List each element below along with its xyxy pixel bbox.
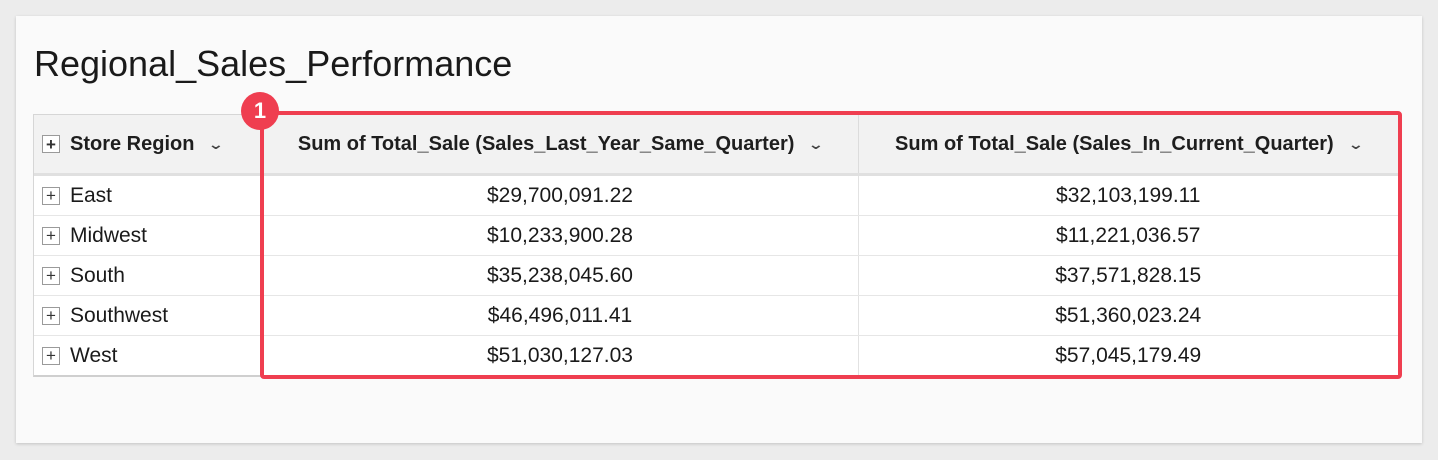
chevron-down-icon[interactable]: ⌄ (208, 136, 224, 153)
region-cell: + South (34, 255, 263, 296)
column-header-store-region[interactable]: + Store Region ⌄ (34, 115, 263, 176)
plus-icon[interactable]: + (42, 226, 60, 245)
table-row: + Southwest $46,496,011.41 $51,360,023.2… (34, 295, 1398, 336)
plus-icon[interactable]: + (42, 266, 60, 285)
sales-current-quarter-cell: $51,360,023.24 (858, 295, 1398, 336)
chevron-down-icon[interactable]: ⌄ (1347, 136, 1363, 153)
table-row: + Midwest $10,233,900.28 $11,221,036.57 (34, 215, 1398, 256)
region-cell: + Southwest (34, 295, 263, 336)
chevron-down-icon[interactable]: ⌄ (808, 136, 824, 153)
region-label: Southwest (70, 303, 169, 327)
region-cell: + West (34, 335, 263, 375)
column-header-label: Sum of Total_Sale (Sales_In_Current_Quar… (895, 132, 1334, 155)
plus-icon[interactable]: + (42, 186, 60, 205)
region-label: Midwest (70, 223, 148, 247)
table-row: + East $29,700,091.22 $32,103,199.11 (34, 174, 1398, 216)
sales-current-quarter-cell: $32,103,199.11 (858, 174, 1398, 216)
annotation-badge: 1 (241, 92, 279, 130)
sales-last-year-cell: $46,496,011.41 (262, 295, 859, 336)
plus-icon[interactable]: + (42, 135, 60, 153)
sales-current-quarter-cell: $57,045,179.49 (1055, 343, 1202, 367)
region-label: East (70, 183, 113, 207)
region-label: South (70, 263, 125, 287)
sales-last-year-cell: $35,238,045.60 (262, 255, 859, 296)
page-title: Regional_Sales_Performance (34, 43, 513, 84)
column-header-sales-current-quarter[interactable]: Sum of Total_Sale (Sales_In_Current_Quar… (858, 115, 1398, 176)
region-cell: + Midwest (34, 215, 263, 256)
table-row: + South $35,238,045.60 $37,571,828.15 (34, 255, 1398, 296)
table-row: + West $51,030,127.03 $57,045,179.49 (34, 335, 1398, 375)
table-header-row: + Store Region ⌄ Sum of Total_Sale (Sale… (34, 115, 1398, 176)
plus-icon[interactable]: + (42, 346, 60, 365)
sales-last-year-cell: $29,700,091.22 (262, 174, 859, 216)
column-header-sales-last-year[interactable]: Sum of Total_Sale (Sales_Last_Year_Same_… (262, 115, 859, 176)
sales-current-quarter-cell: $11,221,036.57 (858, 215, 1398, 256)
column-header-label: Store Region (70, 132, 195, 155)
region-label: West (70, 343, 118, 367)
region-cell: + East (34, 174, 263, 216)
plus-icon[interactable]: + (42, 306, 60, 325)
sales-last-year-cell: $51,030,127.03 (262, 335, 859, 375)
column-header-label: Sum of Total_Sale (Sales_Last_Year_Same_… (297, 132, 795, 155)
pivot-table: + Store Region ⌄ Sum of Total_Sale (Sale… (33, 114, 1399, 377)
sales-last-year-cell: $10,233,900.28 (262, 215, 859, 256)
sales-current-quarter-cell: $37,571,828.15 (858, 255, 1398, 296)
